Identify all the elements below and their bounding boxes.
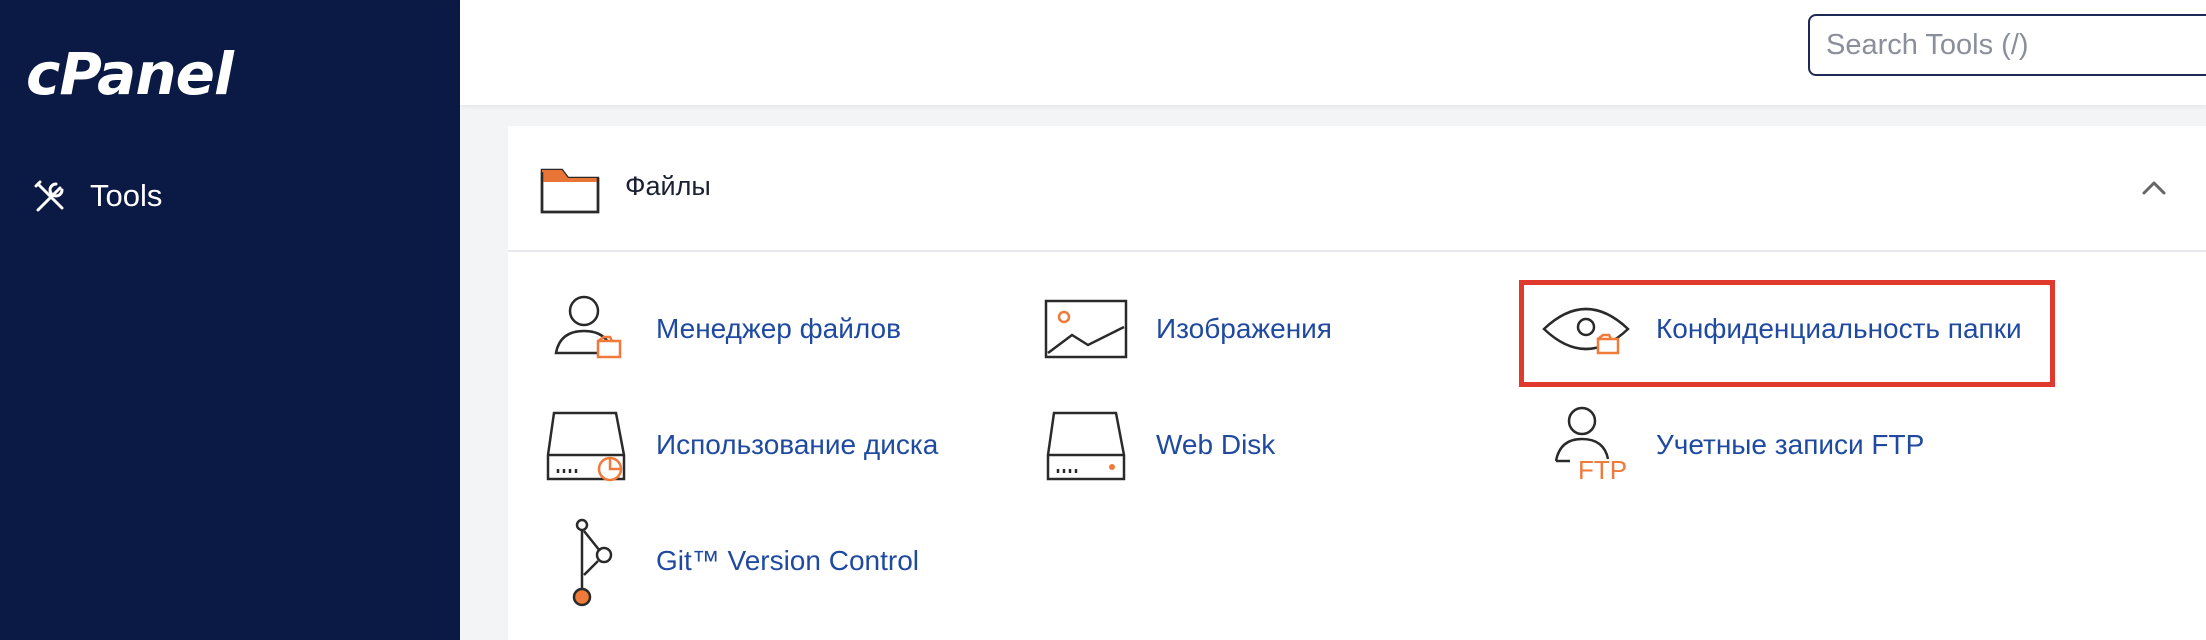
tool-label: Git™ Version Control: [656, 545, 919, 576]
sidebar: cPanel Tools: [0, 0, 460, 640]
folder-icon: [540, 168, 600, 214]
tool-label: Web Disk: [1156, 429, 1276, 460]
tool-label: Использование диска: [656, 429, 939, 460]
svg-text:FTP: FTP: [1578, 455, 1627, 485]
tool-label: Изображения: [1156, 313, 1332, 344]
tools-icon: [34, 180, 64, 212]
tool-disk-usage[interactable]: Использование диска: [540, 399, 938, 491]
directory-privacy-icon: [1542, 307, 1630, 355]
tool-images[interactable]: Изображения: [1040, 283, 1332, 375]
images-icon: [1044, 299, 1128, 359]
web-disk-icon: [1046, 411, 1126, 481]
cpanel-logo[interactable]: cPanel: [26, 40, 234, 108]
git-icon: [572, 518, 613, 607]
tool-file-manager[interactable]: Менеджер файлов: [540, 283, 901, 375]
files-section-card: Файлы Менеджер файлов Изображения Конфид…: [508, 126, 2206, 640]
chevron-up-icon[interactable]: [2138, 172, 2170, 204]
tool-label: Конфиденциальность папки: [1656, 313, 2022, 344]
tool-git-version-control[interactable]: Git™ Version Control: [540, 515, 919, 607]
tool-directory-privacy[interactable]: Конфиденциальность папки: [1540, 283, 2022, 375]
sidebar-item-label: Tools: [90, 178, 163, 213]
search-tools-input[interactable]: [1808, 14, 2206, 76]
section-title: Файлы: [625, 171, 711, 201]
tool-web-disk[interactable]: Web Disk: [1040, 399, 1275, 491]
file-manager-icon: [554, 295, 622, 359]
sidebar-item-tools[interactable]: Tools: [30, 176, 162, 216]
tool-label: Учетные записи FTP: [1656, 429, 1925, 460]
disk-usage-icon: [546, 411, 626, 482]
tool-ftp-accounts[interactable]: FTP Учетные записи FTP: [1540, 399, 1924, 491]
tool-label: Менеджер файлов: [656, 313, 901, 344]
files-section-header[interactable]: Файлы: [508, 126, 2206, 252]
ftp-accounts-icon: FTP: [1554, 406, 1627, 485]
